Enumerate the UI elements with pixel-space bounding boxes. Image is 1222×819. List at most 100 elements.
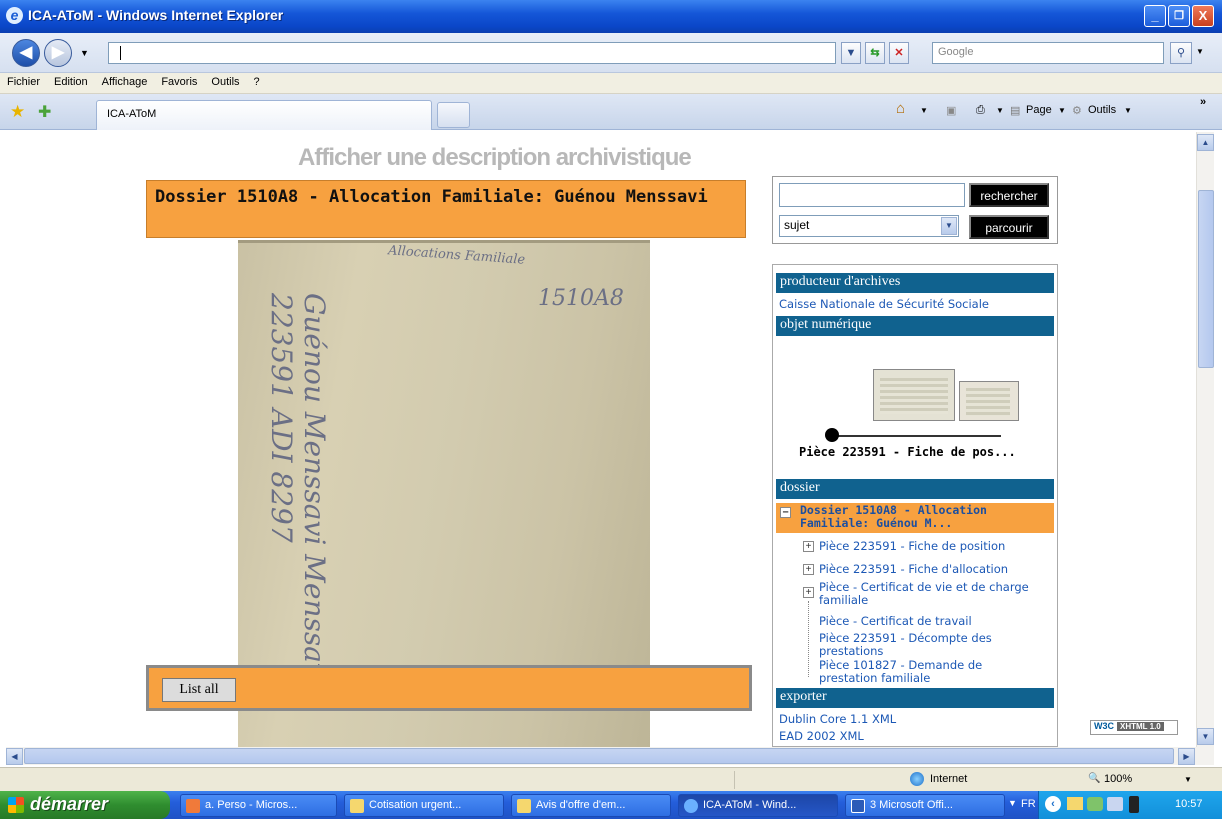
stop-icon[interactable]: ✕ — [889, 42, 909, 64]
tree-line — [808, 601, 809, 677]
favorites-star-icon[interactable]: ★ — [10, 102, 25, 122]
search-input[interactable] — [779, 183, 965, 207]
feeds-icon[interactable]: ▣ — [946, 104, 956, 117]
start-button[interactable]: démarrer — [0, 791, 170, 819]
export-ead[interactable]: EAD 2002 XML — [779, 729, 864, 743]
scroll-right-icon[interactable]: ▶ — [1178, 748, 1195, 765]
chevron-down-icon[interactable]: ▼ — [941, 217, 957, 235]
minimize-button[interactable]: _ — [1144, 5, 1166, 27]
refresh-icon[interactable]: ⇆ — [865, 42, 885, 64]
thumbnail-1[interactable] — [873, 369, 955, 421]
search-box[interactable]: Google — [932, 42, 1164, 64]
dossier-current-label: Dossier 1510A8 - Allocation Familiale: G… — [800, 503, 987, 530]
task-label: Cotisation urgent... — [369, 799, 462, 811]
scroll-down-icon[interactable]: ▼ — [1197, 728, 1214, 745]
back-button[interactable]: ◀ — [12, 39, 40, 67]
task-perso[interactable]: a. Perso - Micros... — [180, 794, 337, 817]
thumbnail-2[interactable] — [959, 381, 1019, 421]
task-label: ICA-AToM - Wind... — [703, 799, 797, 811]
thumbnail-1-content — [880, 378, 948, 414]
search-button[interactable]: rechercher — [969, 183, 1049, 207]
task-label: a. Perso - Micros... — [205, 799, 298, 811]
task-label: Avis d'offre d'em... — [536, 799, 626, 811]
print-icon[interactable]: ⎙ — [976, 104, 985, 117]
scroll-up-icon[interactable]: ▲ — [1197, 134, 1214, 151]
description-title: Dossier 1510A8 - Allocation Familiale: G… — [146, 180, 746, 238]
history-dropdown-icon[interactable]: ▼ — [80, 48, 89, 58]
internet-globe-icon — [910, 772, 924, 786]
print-dropdown-icon[interactable]: ▼ — [996, 106, 1004, 115]
forward-button[interactable]: ▶ — [44, 39, 72, 67]
horizontal-scrollbar[interactable]: ◀ ▶ — [6, 747, 1214, 765]
home-icon[interactable]: ⌂ — [896, 100, 905, 117]
slider-handle[interactable] — [825, 428, 839, 442]
zoom-dropdown-icon[interactable]: ▼ — [1184, 775, 1192, 784]
tray-app-icon[interactable] — [1107, 797, 1123, 811]
toolbar-overflow-icon[interactable]: » — [1200, 96, 1206, 108]
task-cotisation[interactable]: Cotisation urgent... — [344, 794, 504, 817]
menu-affichage[interactable]: Affichage — [95, 73, 155, 88]
expand-icon[interactable]: + — [803, 587, 814, 598]
search-options-icon[interactable]: ▼ — [1196, 47, 1204, 56]
outlook-icon — [186, 799, 200, 813]
tray-device-icon[interactable] — [1129, 796, 1139, 813]
tree-item-fiche-allocation[interactable]: Pièce 223591 - Fiche d'allocation — [819, 562, 1008, 576]
search-icon[interactable]: ⚲ — [1170, 42, 1192, 64]
clock: 10:57 — [1175, 798, 1203, 810]
scroll-thumb[interactable] — [1198, 190, 1214, 368]
browse-select[interactable]: sujet ▼ — [779, 215, 959, 237]
tree-item-certificat-travail[interactable]: Pièce - Certificat de travail — [819, 614, 972, 628]
hscroll-thumb[interactable] — [24, 748, 1174, 764]
menu-outils[interactable]: Outils — [204, 73, 246, 88]
browse-button[interactable]: parcourir — [969, 215, 1049, 239]
tree-item-fiche-position[interactable]: Pièce 223591 - Fiche de position — [819, 539, 1005, 553]
tab-ica-atom[interactable]: ICA-AToM — [96, 100, 432, 130]
text-cursor — [120, 46, 121, 60]
tree-item-decompte[interactable]: Pièce 223591 - Décompte des prestations — [819, 632, 1043, 658]
task-office[interactable]: 3 Microsoft Offi... — [845, 794, 1005, 817]
page-menu[interactable]: Page — [1026, 104, 1052, 116]
list-all-button[interactable]: List all — [162, 678, 236, 702]
address-dropdown-icon[interactable]: ▼ — [841, 42, 861, 64]
word-icon — [851, 799, 865, 813]
task-avis[interactable]: Avis d'offre d'em... — [511, 794, 671, 817]
tray-network-icon[interactable] — [1087, 797, 1103, 811]
zoom-level[interactable]: 100% — [1104, 773, 1132, 785]
tray-expand-icon[interactable]: ‹ — [1045, 796, 1061, 812]
tools-menu[interactable]: Outils — [1088, 104, 1116, 116]
browse-select-value: sujet — [784, 218, 810, 232]
menu-help[interactable]: ? — [247, 73, 267, 88]
address-input[interactable] — [108, 42, 836, 64]
digital-object-caption: Pièce 223591 - Fiche de pos... — [799, 445, 1016, 459]
tools-gear-icon: ⚙ — [1072, 105, 1082, 117]
menu-edition[interactable]: Edition — [47, 73, 95, 88]
collapse-icon[interactable]: − — [780, 507, 791, 518]
close-button[interactable]: X — [1192, 5, 1214, 27]
vertical-scrollbar[interactable]: ▲ ▼ — [1196, 132, 1214, 747]
task-ica-atom[interactable]: ICA-AToM - Wind... — [678, 794, 838, 817]
window-title: ICA-AToM - Windows Internet Explorer — [28, 7, 284, 23]
export-dublin-core[interactable]: Dublin Core 1.1 XML — [779, 712, 896, 726]
mail-icon — [350, 799, 364, 813]
creator-link[interactable]: Caisse Nationale de Sécurité Sociale — [779, 297, 989, 311]
tools-dropdown-icon[interactable]: ▼ — [1124, 106, 1132, 115]
thumbnail-slider[interactable] — [831, 435, 1001, 437]
maximize-button[interactable]: ❐ — [1168, 5, 1190, 27]
new-tab-button[interactable] — [437, 102, 470, 128]
tree-item-demande[interactable]: Pièce 101827 - Demande de prestation fam… — [819, 659, 1043, 685]
tray-mail-icon[interactable] — [1067, 797, 1083, 810]
tree-item-certificat-vie[interactable]: Pièce - Certificat de vie et de charge f… — [819, 581, 1043, 607]
system-tray: FR ‹ 10:57 — [1021, 791, 1222, 819]
menu-fichier[interactable]: Fichier — [0, 73, 47, 88]
scroll-left-icon[interactable]: ◀ — [6, 748, 23, 765]
add-favorites-icon[interactable]: ✚ — [38, 102, 51, 122]
page-dropdown-icon[interactable]: ▼ — [1058, 106, 1066, 115]
expand-icon[interactable]: + — [803, 541, 814, 552]
task-group-dropdown-icon[interactable]: ▼ — [1008, 798, 1017, 808]
language-indicator[interactable]: FR — [1021, 798, 1036, 810]
task-label: 3 Microsoft Offi... — [870, 799, 953, 811]
expand-icon[interactable]: + — [803, 564, 814, 575]
menu-favoris[interactable]: Favoris — [154, 73, 204, 88]
home-dropdown-icon[interactable]: ▼ — [920, 106, 928, 115]
w3c-badge[interactable]: W3C XHTML 1.0 — [1090, 720, 1178, 735]
